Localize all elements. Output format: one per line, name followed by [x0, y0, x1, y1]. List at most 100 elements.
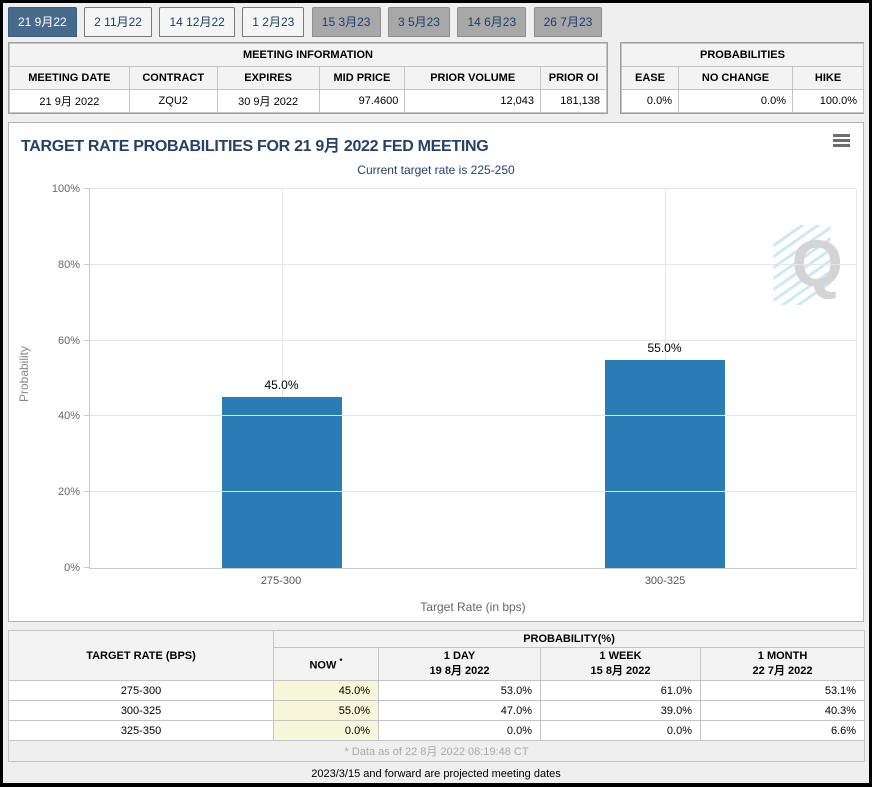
col-hike: HIKE: [793, 67, 864, 90]
y-gridline: [90, 264, 856, 265]
meeting-info-value-row: 21 9月 2022 ZQU2 30 9月 2022 97.4600 12,04…: [10, 90, 607, 113]
y-axis-title: Probability: [17, 329, 31, 419]
y-tick-label: 20%: [58, 486, 80, 498]
day-cell: 53.0%: [379, 681, 541, 701]
meeting-info-header-row: MEETING DATE CONTRACT EXPIRES MID PRICE …: [10, 67, 607, 90]
rate-cell: 325-350: [9, 721, 274, 741]
probability-table-wrap: TARGET RATE (BPS) PROBABILITY(%) NOW * 1…: [8, 630, 864, 762]
contract-value: ZQU2: [129, 90, 217, 113]
meeting-date-value: 21 9月 2022: [10, 90, 130, 113]
month-cell: 40.3%: [701, 701, 865, 721]
bar-slot-275-300: 45.0%: [222, 189, 342, 568]
month-cell: 6.6%: [701, 721, 865, 741]
hamburger-icon: [833, 134, 850, 137]
table-row: 300-325 55.0% 47.0% 39.0% 40.3%: [9, 701, 865, 721]
tab-meeting-3[interactable]: 1 2月23: [242, 7, 304, 37]
tab-meeting-5[interactable]: 3 5月23: [388, 7, 450, 37]
chart-menu-button[interactable]: [833, 134, 850, 149]
mid-price-value: 97.4600: [319, 90, 405, 113]
rate-cell: 300-325: [9, 701, 274, 721]
chart-body: Q Probability 45.0% 55.0% 0%20%40%60%80%…: [9, 177, 863, 627]
tab-meeting-1[interactable]: 2 11月22: [84, 7, 152, 37]
y-tick-label: 40%: [58, 410, 80, 422]
tab-meeting-4[interactable]: 15 3月23: [312, 7, 381, 37]
col-contract: CONTRACT: [129, 67, 217, 90]
bar-data-label: 45.0%: [222, 378, 342, 392]
bar-275-300[interactable]: [222, 397, 342, 568]
tab-meeting-6[interactable]: 14 6月23: [457, 7, 526, 37]
day-cell: 0.0%: [379, 721, 541, 741]
y-tick-mark: [84, 340, 90, 341]
hamburger-icon: [833, 139, 850, 142]
col-no-change: NO CHANGE: [679, 67, 793, 90]
probabilities-panel: PROBABILITIES EASE NO CHANGE HIKE 0.0% 0…: [620, 42, 864, 114]
fedwatch-page: 21 9月22 2 11月22 14 12月22 1 2月23 15 3月23 …: [3, 3, 869, 783]
y-tick-label: 100%: [52, 183, 80, 195]
window-frame: 21 9月22 2 11月22 14 12月22 1 2月23 15 3月23 …: [0, 0, 872, 787]
y-gridline: [90, 340, 856, 341]
x-axis-title: Target Rate (in bps): [89, 600, 857, 614]
probabilities-header-row: EASE NO CHANGE HIKE: [622, 67, 864, 90]
month-cell: 53.1%: [701, 681, 865, 701]
y-tick-mark: [84, 491, 90, 492]
y-tick-label: 80%: [58, 259, 80, 271]
y-gridline: [90, 491, 856, 492]
y-gridline: [90, 188, 856, 189]
now-cell: 45.0%: [274, 681, 379, 701]
now-cell: 55.0%: [274, 701, 379, 721]
x-category-label: 275-300: [261, 575, 301, 587]
meeting-information-title: MEETING INFORMATION: [10, 44, 607, 67]
top-info-row: MEETING INFORMATION MEETING DATE CONTRAC…: [3, 36, 869, 114]
day-cell: 47.0%: [379, 701, 541, 721]
target-rate-bps-header: TARGET RATE (BPS): [9, 631, 274, 681]
one-week-header: 1 WEEK15 8月 2022: [541, 648, 701, 681]
probability-pct-header: PROBABILITY(%): [274, 631, 865, 648]
col-meeting-date: MEETING DATE: [10, 67, 130, 90]
col-ease: EASE: [622, 67, 679, 90]
hike-value: 100.0%: [793, 90, 864, 113]
bar-300-325[interactable]: [605, 360, 725, 568]
expires-value: 30 9月 2022: [217, 90, 319, 113]
week-cell: 39.0%: [541, 701, 701, 721]
plot-area: 45.0% 55.0% 0%20%40%60%80%100%: [89, 189, 857, 569]
no-change-value: 0.0%: [679, 90, 793, 113]
one-month-header: 1 MONTH22 7月 2022: [701, 648, 865, 681]
meeting-date-tabbar: 21 9月22 2 11月22 14 12月22 1 2月23 15 3月23 …: [3, 3, 869, 36]
data-as-of-row: * Data as of 22 8月 2022 08:19:48 CT: [9, 741, 865, 762]
hamburger-icon: [833, 144, 850, 147]
meeting-information-table: MEETING INFORMATION MEETING DATE CONTRAC…: [9, 43, 607, 113]
projected-dates-note: 2023/3/15 and forward are projected meet…: [3, 762, 869, 780]
tab-meeting-0[interactable]: 21 9月22: [8, 7, 77, 37]
tab-meeting-2[interactable]: 14 12月22: [159, 7, 234, 37]
col-mid-price: MID PRICE: [319, 67, 405, 90]
week-cell: 61.0%: [541, 681, 701, 701]
y-gridline: [90, 415, 856, 416]
y-tick-label: 0%: [64, 562, 80, 574]
table-row: 275-300 45.0% 53.0% 61.0% 53.1%: [9, 681, 865, 701]
chart-subtitle: Current target rate is 225-250: [9, 156, 863, 177]
x-category-label: 300-325: [645, 575, 685, 587]
target-rate-chart-panel: TARGET RATE PROBABILITIES FOR 21 9月 2022…: [8, 122, 864, 622]
probabilities-table: PROBABILITIES EASE NO CHANGE HIKE 0.0% 0…: [621, 43, 864, 113]
one-day-header: 1 DAY19 8月 2022: [379, 648, 541, 681]
week-cell: 0.0%: [541, 721, 701, 741]
prior-oi-value: 181,138: [541, 90, 607, 113]
y-tick-mark: [84, 188, 90, 189]
tab-meeting-7[interactable]: 26 7月23: [534, 7, 603, 37]
now-cell: 0.0%: [274, 721, 379, 741]
probabilities-title: PROBABILITIES: [622, 44, 864, 67]
bar-slot-300-325: 55.0%: [605, 189, 725, 568]
y-tick-label: 60%: [58, 335, 80, 347]
bt-group-header-row: TARGET RATE (BPS) PROBABILITY(%): [9, 631, 865, 648]
col-prior-volume: PRIOR VOLUME: [405, 67, 541, 90]
now-header: NOW *: [274, 648, 379, 681]
probability-history-table: TARGET RATE (BPS) PROBABILITY(%) NOW * 1…: [8, 630, 865, 762]
meeting-information-panel: MEETING INFORMATION MEETING DATE CONTRAC…: [8, 42, 608, 114]
bar-data-label: 55.0%: [605, 341, 725, 355]
prior-volume-value: 12,043: [405, 90, 541, 113]
y-tick-mark: [84, 264, 90, 265]
y-tick-mark: [84, 415, 90, 416]
data-as-of-note: * Data as of 22 8月 2022 08:19:48 CT: [9, 741, 865, 762]
col-expires: EXPIRES: [217, 67, 319, 90]
col-prior-oi: PRIOR OI: [541, 67, 607, 90]
